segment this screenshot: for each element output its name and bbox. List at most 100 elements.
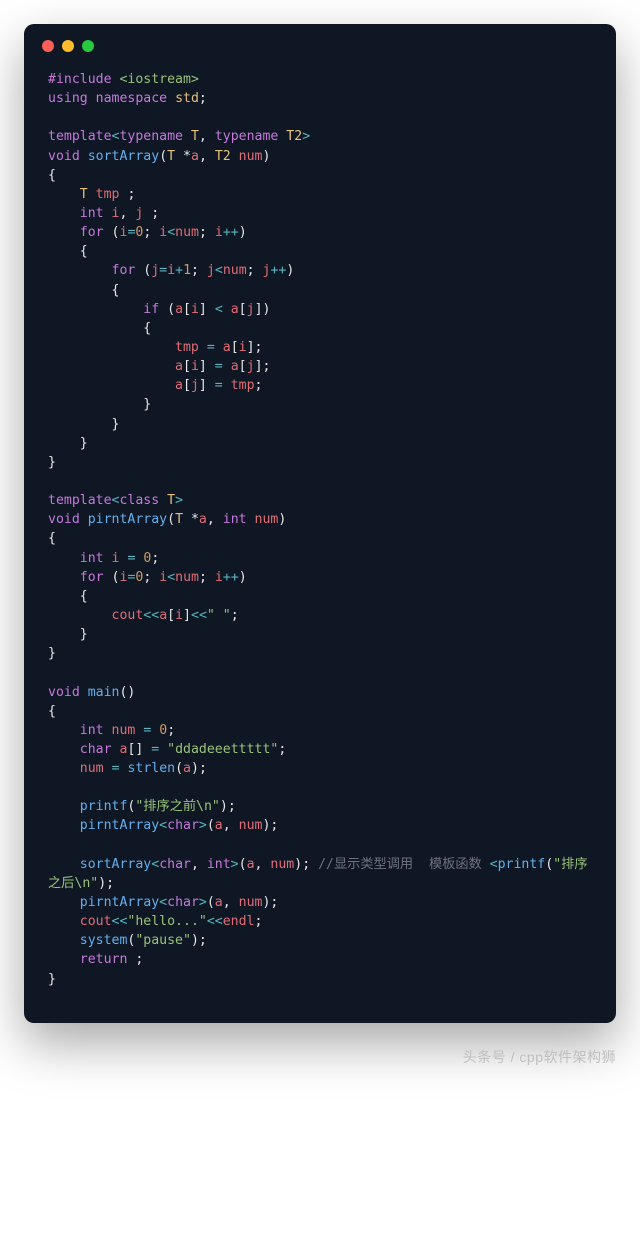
code-token: sortArray: [88, 149, 159, 164]
code-token: ;: [199, 225, 215, 240]
code-token: ;: [278, 742, 286, 757]
code-token: [48, 742, 80, 757]
code-token: namespace: [96, 91, 167, 106]
code-token: //显示类型调用 模板函数: [318, 857, 490, 872]
code-token: tmp: [231, 378, 255, 393]
code-token: i: [112, 206, 120, 221]
code-token: for: [112, 263, 136, 278]
code-token: [223, 359, 231, 374]
code-token: >: [175, 493, 183, 508]
code-token: (: [159, 302, 175, 317]
code-token: int: [223, 512, 247, 527]
code-token: endl: [223, 914, 255, 929]
code-token: [80, 149, 88, 164]
code-token: [: [183, 378, 191, 393]
code-token: <: [215, 263, 223, 278]
code-token: [48, 608, 112, 623]
code-token: int: [80, 723, 104, 738]
code-token: [48, 551, 80, 566]
code-token: a: [247, 857, 255, 872]
code-token: );: [191, 933, 207, 948]
code-token: <: [215, 302, 223, 317]
code-token: [48, 302, 143, 317]
code-token: void: [48, 512, 80, 527]
code-token: [48, 799, 80, 814]
code-token: ,: [120, 206, 136, 221]
code-token: a: [199, 512, 207, 527]
code-token: );: [220, 799, 236, 814]
code-token: a: [191, 149, 199, 164]
code-token: i: [215, 570, 223, 585]
code-token: );: [294, 857, 318, 872]
code-token: }: [48, 397, 151, 412]
code-token: j: [247, 359, 255, 374]
code-token: a: [231, 359, 239, 374]
code-token: num: [175, 225, 199, 240]
code-token: "hello...": [127, 914, 206, 929]
code-token: [: [239, 359, 247, 374]
code-token: #include: [48, 72, 112, 87]
code-token: i: [159, 570, 167, 585]
code-token: char: [167, 895, 199, 910]
code-token: {: [48, 283, 119, 298]
code-token: pirntArray: [88, 512, 167, 527]
code-token: ,: [199, 129, 215, 144]
code-token: =: [112, 761, 120, 776]
zoom-icon[interactable]: [82, 40, 94, 52]
code-token: =: [207, 340, 215, 355]
code-token: <iostream>: [119, 72, 198, 87]
code-token: main: [88, 685, 120, 700]
code-token: ];: [247, 340, 263, 355]
code-token: i: [191, 359, 199, 374]
code-token: T: [191, 129, 199, 144]
code-token: );: [191, 761, 207, 776]
code-token: [223, 302, 231, 317]
code-token: char: [159, 857, 191, 872]
code-token: void: [48, 149, 80, 164]
code-token: num: [239, 149, 263, 164]
code-token: (: [207, 818, 215, 833]
code-token: i: [159, 225, 167, 240]
code-token: {: [48, 168, 56, 183]
code-token: [: [183, 302, 191, 317]
code-token: ): [286, 263, 294, 278]
code-token: [: [231, 340, 239, 355]
code-token: j: [247, 302, 255, 317]
code-token: ): [263, 149, 271, 164]
code-token: j: [191, 378, 199, 393]
code-token: }: [48, 417, 119, 432]
code-token: [48, 895, 80, 910]
code-token: i: [215, 225, 223, 240]
code-token: for: [80, 225, 104, 240]
code-token: num: [112, 723, 136, 738]
code-token: a: [215, 818, 223, 833]
code-token: <: [167, 570, 175, 585]
code-token: ;: [143, 570, 159, 585]
code-token: <: [151, 857, 159, 872]
code-token: [104, 551, 112, 566]
code-token: pirntArray: [80, 818, 159, 833]
minimize-icon[interactable]: [62, 40, 74, 52]
code-token: ++: [270, 263, 286, 278]
code-token: "排序之前\n": [135, 799, 220, 814]
code-token: int: [80, 206, 104, 221]
code-token: i: [239, 340, 247, 355]
code-token: ;: [254, 914, 262, 929]
code-token: [48, 263, 112, 278]
code-token: (: [167, 512, 175, 527]
close-icon[interactable]: [42, 40, 54, 52]
code-token: num: [223, 263, 247, 278]
code-token: ;: [199, 570, 215, 585]
code-token: ]): [255, 302, 271, 317]
code-token: {: [48, 244, 88, 259]
code-token: 0: [159, 723, 167, 738]
code-token: j: [207, 263, 215, 278]
code-token: *: [183, 512, 199, 527]
code-token: ];: [255, 359, 271, 374]
code-token: [48, 340, 175, 355]
code-token: [48, 206, 80, 221]
code-token: i: [175, 608, 183, 623]
code-token: [: [239, 302, 247, 317]
code-token: int: [207, 857, 231, 872]
code-token: [48, 359, 175, 374]
